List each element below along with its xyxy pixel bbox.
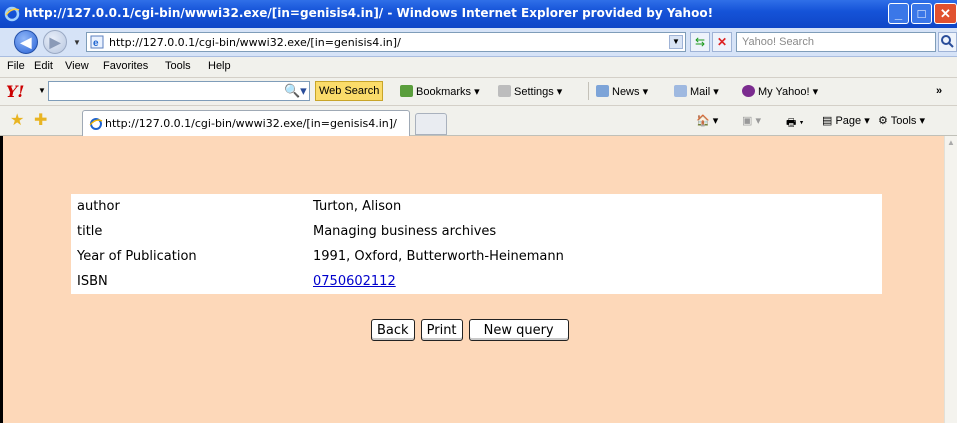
tab-current-page[interactable]: http://127.0.0.1/cgi-bin/wwwi32.exe/[in=… bbox=[82, 110, 410, 136]
year-value: 1991, Oxford, Butterworth-Heinemann bbox=[313, 249, 564, 264]
menu-tools[interactable]: Tools bbox=[165, 60, 191, 72]
yahoo-search-input[interactable] bbox=[48, 81, 310, 101]
year-label: Year of Publication bbox=[77, 249, 197, 264]
magnifier-icon[interactable]: 🔍▾ bbox=[284, 83, 307, 99]
tools-menu-button[interactable]: ⚙ Tools ▾ bbox=[878, 114, 925, 127]
mail-icon bbox=[674, 85, 687, 97]
address-row: ◀ ▶ ▼ e http://127.0.0.1/cgi-bin/wwwi32.… bbox=[0, 28, 957, 57]
maximize-button[interactable]: □ bbox=[911, 3, 932, 24]
print-toolbar-button[interactable]: 🖶 ▾ bbox=[786, 114, 804, 133]
settings-button[interactable]: Settings ▾ bbox=[498, 85, 562, 98]
title-value: Managing business archives bbox=[313, 224, 497, 239]
printer-icon: 🖶 bbox=[786, 117, 797, 129]
arrow-right-icon: ▶ bbox=[49, 34, 61, 50]
back-nav-button[interactable]: ◀ bbox=[14, 30, 38, 54]
table-row: ISBN 0750602112 bbox=[71, 269, 882, 294]
recent-pages-dropdown[interactable]: ▼ bbox=[73, 38, 81, 47]
title-label: title bbox=[77, 224, 103, 239]
page-menu-icon: ▤ bbox=[822, 115, 833, 127]
ie-logo-icon bbox=[4, 6, 20, 22]
search-input[interactable]: Yahoo! Search bbox=[736, 32, 936, 52]
search-placeholder: Yahoo! Search bbox=[742, 36, 814, 48]
author-label: author bbox=[77, 199, 120, 214]
minimize-button[interactable]: _ bbox=[888, 3, 909, 24]
author-value: Turton, Alison bbox=[313, 199, 402, 214]
settings-icon bbox=[498, 85, 511, 97]
menu-bar: File Edit View Favorites Tools Help bbox=[0, 57, 957, 78]
tabs-row: ★ ✚ http://127.0.0.1/cgi-bin/wwwi32.exe/… bbox=[0, 106, 957, 136]
my-yahoo-button[interactable]: My Yahoo! ▾ bbox=[742, 85, 818, 98]
new-tab-button[interactable] bbox=[415, 113, 447, 135]
menu-file[interactable]: File bbox=[7, 60, 25, 72]
mail-button[interactable]: Mail ▾ bbox=[674, 85, 719, 98]
home-icon: 🏠 bbox=[696, 115, 710, 127]
menu-favorites[interactable]: Favorites bbox=[103, 60, 148, 72]
toolbar-divider bbox=[588, 82, 589, 100]
action-buttons: Back Print New query bbox=[371, 319, 572, 341]
page-menu-button[interactable]: ▤ Page ▾ bbox=[822, 114, 870, 127]
address-url: http://127.0.0.1/cgi-bin/wwwi32.exe/[in=… bbox=[109, 36, 401, 49]
isbn-label: ISBN bbox=[77, 274, 108, 289]
menu-help[interactable]: Help bbox=[208, 60, 231, 72]
my-yahoo-label: My Yahoo! bbox=[758, 86, 810, 98]
feeds-button[interactable]: ▣ ▾ bbox=[742, 114, 761, 127]
yahoo-menu-dropdown[interactable]: ▼ bbox=[38, 86, 46, 95]
home-button[interactable]: 🏠 ▾ bbox=[696, 114, 718, 127]
address-field[interactable]: e http://127.0.0.1/cgi-bin/wwwi32.exe/[i… bbox=[86, 32, 686, 52]
print-button[interactable]: Print bbox=[420, 319, 463, 341]
back-button[interactable]: Back bbox=[371, 319, 415, 341]
toolbar-overflow-chevron[interactable]: » bbox=[936, 85, 942, 97]
settings-label: Settings bbox=[514, 86, 554, 98]
stop-button[interactable]: ✕ bbox=[712, 32, 732, 52]
forward-nav-button[interactable]: ▶ bbox=[43, 30, 67, 54]
close-window-button[interactable]: ✕ bbox=[934, 3, 957, 24]
my-yahoo-icon bbox=[742, 85, 755, 97]
tools-menu-label: Tools bbox=[890, 115, 917, 127]
menu-view[interactable]: View bbox=[65, 60, 89, 72]
svg-text:e: e bbox=[93, 38, 99, 49]
record-table: author Turton, Alison title Managing bus… bbox=[71, 194, 882, 294]
search-go-button[interactable] bbox=[938, 32, 957, 52]
feeds-icon: ▣ bbox=[742, 115, 753, 127]
vertical-scrollbar[interactable]: ▲ bbox=[944, 136, 957, 423]
menu-edit[interactable]: Edit bbox=[34, 60, 53, 72]
news-icon bbox=[596, 85, 609, 97]
yahoo-toolbar: Y! ▼ 🔍▾ Web Search Bookmarks ▾ Settings … bbox=[0, 78, 957, 106]
add-favorites-icon[interactable]: ✚ bbox=[34, 110, 47, 130]
bookmarks-icon bbox=[400, 85, 413, 97]
bookmarks-label: Bookmarks bbox=[416, 86, 472, 98]
mail-label: Mail bbox=[690, 86, 711, 98]
refresh-button[interactable]: ⇆ bbox=[690, 32, 710, 52]
new-query-button[interactable]: New query bbox=[468, 319, 569, 341]
isbn-cell: 0750602112 bbox=[307, 269, 882, 294]
scroll-up-icon[interactable]: ▲ bbox=[946, 138, 956, 148]
yahoo-logo-icon[interactable]: Y! bbox=[6, 82, 24, 101]
search-icon bbox=[941, 35, 954, 48]
window-frame-edge bbox=[0, 136, 3, 423]
tab-label: http://127.0.0.1/cgi-bin/wwwi32.exe/[in=… bbox=[105, 117, 397, 130]
table-row: title Managing business archives bbox=[71, 219, 882, 244]
gear-icon: ⚙ bbox=[878, 115, 888, 127]
bookmarks-button[interactable]: Bookmarks ▾ bbox=[400, 85, 480, 98]
page-menu-label: Page bbox=[835, 115, 862, 127]
table-row: author Turton, Alison bbox=[71, 194, 882, 219]
news-button[interactable]: News ▾ bbox=[596, 85, 648, 98]
ie-page-icon bbox=[89, 118, 103, 130]
web-search-button[interactable]: Web Search bbox=[315, 81, 384, 101]
isbn-link[interactable]: 0750602112 bbox=[313, 274, 396, 289]
title-bar: http://127.0.0.1/cgi-bin/wwwi32.exe/[in=… bbox=[0, 0, 957, 28]
address-dropdown-icon[interactable]: ▼ bbox=[669, 35, 683, 49]
arrow-left-icon: ◀ bbox=[20, 34, 32, 50]
news-label: News bbox=[612, 86, 640, 98]
table-row: Year of Publication 1991, Oxford, Butter… bbox=[71, 244, 882, 269]
window-title: http://127.0.0.1/cgi-bin/wwwi32.exe/[in=… bbox=[24, 6, 714, 20]
favorites-star-icon[interactable]: ★ bbox=[10, 110, 24, 130]
page-icon: e bbox=[90, 35, 104, 49]
